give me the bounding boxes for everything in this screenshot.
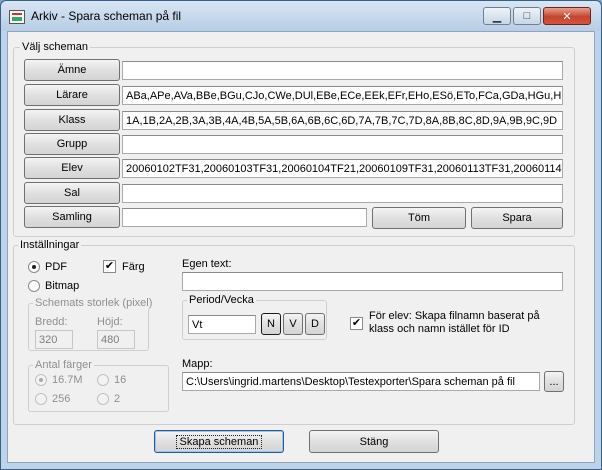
bredd-field[interactable]: 320: [35, 330, 73, 349]
pdf-label: PDF: [45, 261, 67, 273]
period-v-button[interactable]: V: [283, 313, 303, 335]
window-title: Arkiv - Spara scheman på fil: [31, 9, 182, 23]
minimize-icon: ▁: [492, 10, 502, 23]
close-button[interactable]: ✕: [543, 7, 591, 25]
mapp-field[interactable]: C:\Users\ingrid.martens\Desktop\Testexpo…: [182, 372, 540, 391]
amne-button[interactable]: Ämne: [24, 59, 120, 81]
browse-button[interactable]: ...: [544, 371, 564, 392]
elev-filename-label-line2: klass och namn istället för ID: [369, 323, 510, 335]
antal-farger-legend: Antal färger: [33, 359, 94, 371]
klass-field[interactable]: 1A,1B,2A,2B,3A,3B,4A,4B,5A,5B,6A,6B,6C,6…: [122, 111, 563, 130]
dialog-client: Välj scheman Ämne Lärare ABa,APe,AVa,BBe…: [7, 31, 595, 463]
colors-256-radio[interactable]: [35, 393, 47, 405]
title-bar[interactable]: Arkiv - Spara scheman på fil ▁ □ ✕: [1, 1, 601, 31]
amne-field[interactable]: [122, 61, 563, 80]
elev-button[interactable]: Elev: [24, 157, 120, 179]
egen-text-label: Egen text:: [182, 258, 232, 270]
elev-filename-label-line1: För elev: Skapa filnamn baserat på: [369, 310, 540, 322]
dialog-window: Arkiv - Spara scheman på fil ▁ □ ✕ Välj …: [0, 0, 602, 470]
colors-16-radio[interactable]: [97, 374, 109, 386]
colors-16m-radio[interactable]: [35, 374, 47, 386]
hojd-field[interactable]: 480: [97, 330, 135, 349]
colors-16-label: 16: [114, 374, 127, 386]
elev-field[interactable]: 20060102TF31,20060103TF31,20060104TF21,2…: [122, 159, 563, 178]
period-field[interactable]: Vt: [188, 315, 256, 334]
valj-scheman-legend: Välj scheman: [20, 41, 91, 53]
maximize-button[interactable]: □: [513, 7, 541, 25]
hojd-label: Höjd:: [97, 316, 123, 328]
pdf-radio[interactable]: [28, 261, 40, 273]
bredd-label: Bredd:: [35, 316, 68, 328]
mapp-label: Mapp:: [182, 358, 213, 370]
grupp-button[interactable]: Grupp: [24, 133, 120, 155]
egen-text-field[interactable]: [182, 272, 563, 291]
skapa-scheman-label: Skapa scheman: [175, 434, 263, 449]
stang-button[interactable]: Stäng: [309, 430, 439, 453]
colors-2-radio[interactable]: [97, 393, 109, 405]
sal-field[interactable]: [122, 184, 563, 203]
farg-checkbox[interactable]: ✔: [103, 260, 116, 273]
period-legend: Period/Vecka: [187, 294, 256, 306]
tom-button[interactable]: Töm: [372, 207, 466, 229]
klass-button[interactable]: Klass: [24, 109, 120, 131]
skapa-scheman-button[interactable]: Skapa scheman: [154, 430, 284, 453]
storlek-legend: Schemats storlek (pixel): [33, 297, 155, 309]
app-icon: [9, 10, 25, 24]
close-icon: ✕: [562, 10, 572, 23]
bitmap-radio[interactable]: [28, 280, 40, 292]
bitmap-label: Bitmap: [45, 280, 80, 292]
period-d-button[interactable]: D: [305, 313, 325, 335]
grupp-field[interactable]: [122, 135, 563, 154]
period-n-button[interactable]: N: [261, 313, 281, 335]
installningar-legend: Inställningar: [18, 239, 82, 251]
samling-button[interactable]: Samling: [24, 206, 120, 228]
elev-filename-checkbox[interactable]: ✔: [350, 317, 363, 330]
minimize-button[interactable]: ▁: [483, 7, 511, 25]
farg-label: Färg: [122, 261, 145, 273]
antal-farger-group: Antal färger: [28, 359, 169, 412]
maximize-icon: □: [523, 10, 531, 22]
colors-2-label: 2: [114, 393, 121, 405]
colors-256-label: 256: [52, 393, 71, 405]
samling-field[interactable]: [122, 208, 367, 227]
sal-button[interactable]: Sal: [24, 182, 120, 204]
colors-16m-label: 16.7M: [52, 374, 83, 386]
larare-field[interactable]: ABa,APe,AVa,BBe,BGu,CJo,CWe,DUl,EBe,ECe,…: [122, 86, 563, 105]
larare-button[interactable]: Lärare: [24, 84, 120, 106]
spara-button[interactable]: Spara: [471, 207, 563, 229]
